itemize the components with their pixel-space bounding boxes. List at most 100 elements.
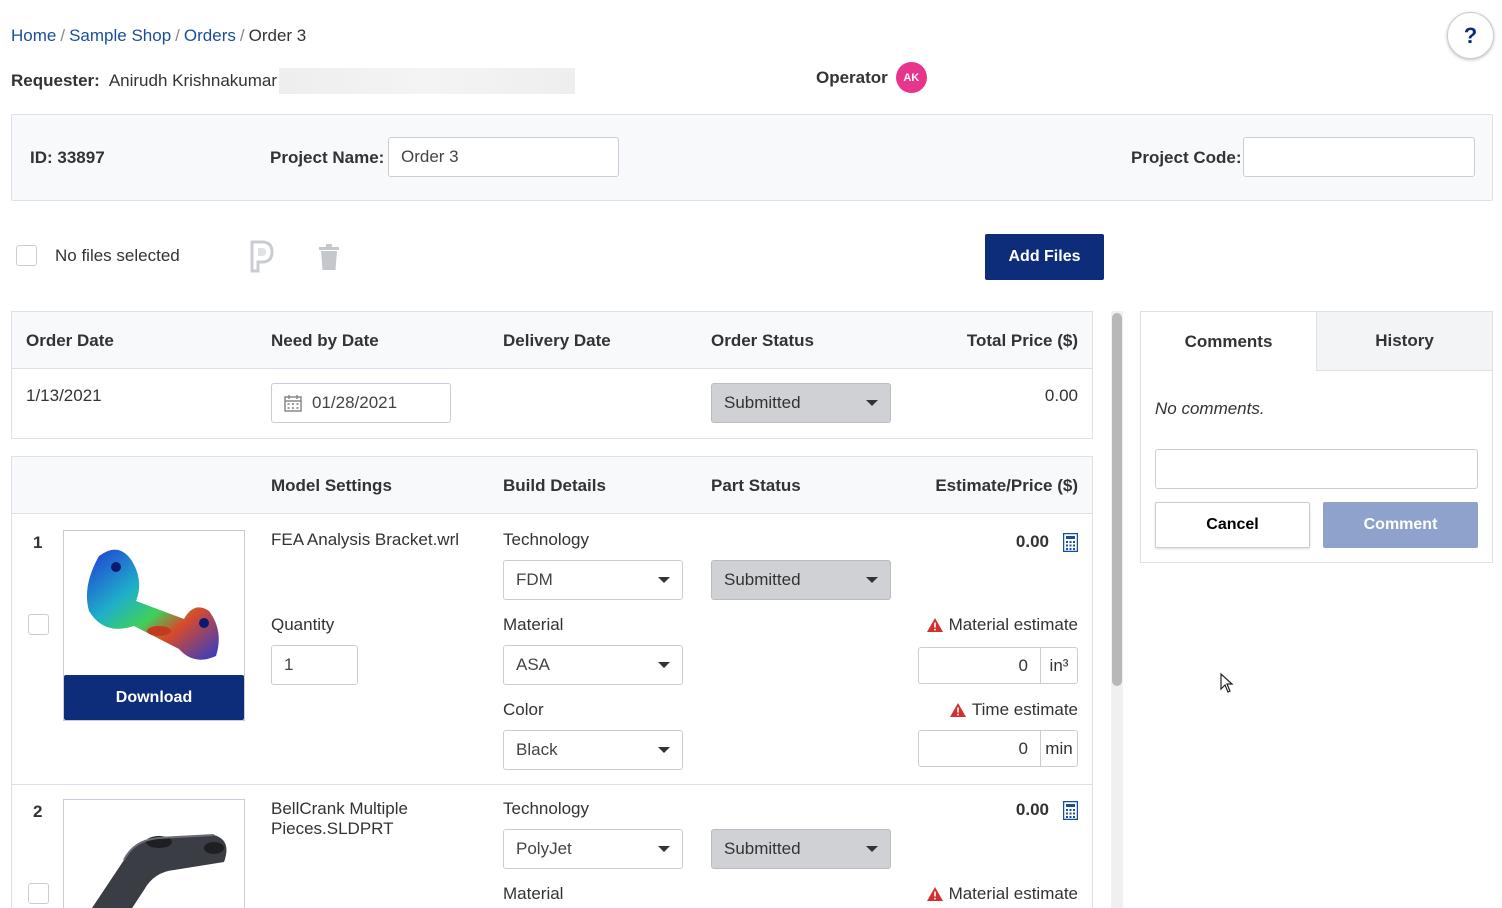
comment-input[interactable] bbox=[1155, 449, 1478, 489]
comments-tabs: Comments History bbox=[1141, 312, 1492, 371]
color-label: Color bbox=[503, 700, 544, 719]
bellcrank-model-image bbox=[92, 834, 227, 908]
help-button[interactable]: ? bbox=[1447, 12, 1494, 59]
total-price-header: Total Price ($) bbox=[966, 331, 1078, 350]
tab-comments[interactable]: Comments bbox=[1141, 312, 1317, 371]
color-value: Black bbox=[516, 740, 558, 759]
trash-icon[interactable] bbox=[318, 244, 340, 270]
part-filename: FEA Analysis Bracket.wrl bbox=[271, 530, 460, 549]
parts-scrollbar[interactable] bbox=[1111, 311, 1123, 908]
download-button[interactable]: Download bbox=[64, 675, 244, 720]
add-files-button[interactable]: Add Files bbox=[985, 234, 1104, 280]
order-panel: Order Date Need by Date Delivery Date Or… bbox=[11, 311, 1093, 439]
chevron-down-icon bbox=[658, 577, 670, 583]
help-icon: ? bbox=[1463, 22, 1478, 48]
breadcrumb-current: Order 3 bbox=[248, 26, 307, 45]
material-value: ASA bbox=[516, 655, 551, 674]
need-by-header: Need by Date bbox=[271, 331, 379, 350]
cancel-button[interactable]: Cancel bbox=[1155, 502, 1310, 548]
need-by-date-value: 01/28/2021 bbox=[312, 393, 398, 412]
order-date: 1/13/2021 bbox=[26, 386, 102, 405]
part-status-select[interactable]: Submitted bbox=[711, 560, 891, 600]
technology-value: PolyJet bbox=[516, 839, 572, 858]
warning-icon bbox=[949, 703, 966, 717]
no-comments-text: No comments. bbox=[1155, 399, 1265, 418]
order-date-header: Order Date bbox=[26, 331, 114, 350]
part-status-value: Submitted bbox=[724, 839, 801, 858]
warning-icon bbox=[926, 887, 943, 901]
total-price: 0.00 bbox=[1044, 386, 1078, 405]
part-status-select[interactable]: Submitted bbox=[711, 829, 891, 869]
material-estimate-text: Material estimate bbox=[948, 884, 1078, 903]
project-id: ID: 33897 bbox=[30, 148, 105, 167]
file-selection: No files selected bbox=[16, 245, 180, 266]
order-status-header: Order Status bbox=[711, 331, 814, 350]
project-name-input[interactable]: Order 3 bbox=[388, 137, 619, 177]
scrollbar-thumb[interactable] bbox=[1112, 313, 1122, 686]
part-thumbnail bbox=[63, 799, 245, 908]
calculator-icon[interactable] bbox=[1063, 532, 1078, 552]
material-estimate-input[interactable]: 0 in³ bbox=[918, 647, 1078, 684]
parts-panel: Model Settings Build Details Part Status… bbox=[11, 456, 1093, 908]
calculator-icon[interactable] bbox=[1063, 800, 1078, 820]
requester-label: Requester: bbox=[11, 71, 100, 90]
time-estimate-value: 0 bbox=[1018, 738, 1028, 758]
requester-info: Requester: Anirudh Krishnakumar bbox=[11, 68, 576, 94]
order-status-value: Submitted bbox=[724, 393, 801, 412]
select-all-checkbox[interactable] bbox=[16, 245, 37, 266]
chevron-down-icon bbox=[658, 662, 670, 668]
comments-panel: Comments History No comments. Cancel Com… bbox=[1140, 311, 1493, 563]
order-status-select[interactable]: Submitted bbox=[711, 383, 891, 423]
file-selection-text: No files selected bbox=[55, 245, 180, 265]
time-estimate-label: Time estimate bbox=[949, 700, 1078, 720]
pdf-icon[interactable] bbox=[249, 240, 275, 273]
part-price: 0.00 bbox=[1015, 532, 1049, 551]
chevron-down-icon bbox=[866, 577, 878, 583]
part-thumbnail: Download bbox=[63, 530, 245, 721]
project-code-label: Project Code: bbox=[1131, 148, 1242, 167]
comment-submit-button[interactable]: Comment bbox=[1323, 502, 1478, 548]
part-status-header: Part Status bbox=[711, 476, 801, 495]
material-label: Material bbox=[503, 884, 564, 903]
operator-label: Operator bbox=[816, 67, 888, 87]
technology-label: Technology bbox=[503, 530, 590, 549]
chevron-down-icon bbox=[866, 400, 878, 406]
part-price-row: 0.00 bbox=[1016, 532, 1078, 552]
breadcrumb-orders[interactable]: Orders bbox=[184, 26, 236, 45]
technology-select[interactable]: PolyJet bbox=[503, 829, 683, 869]
material-estimate-text: Material estimate bbox=[948, 615, 1078, 634]
chevron-down-icon bbox=[658, 846, 670, 852]
material-estimate-value: 0 bbox=[1018, 655, 1028, 675]
operator-avatar[interactable]: AK bbox=[895, 62, 927, 93]
project-info-panel: ID: 33897 Project Name: Order 3 Project … bbox=[11, 114, 1493, 201]
time-estimate-text: Time estimate bbox=[971, 700, 1078, 719]
build-details-header: Build Details bbox=[503, 476, 606, 495]
breadcrumb-shop[interactable]: Sample Shop bbox=[69, 26, 171, 45]
time-estimate-input[interactable]: 0 min bbox=[918, 730, 1078, 767]
breadcrumb-home[interactable]: Home bbox=[11, 26, 56, 45]
part-price: 0.00 bbox=[1015, 800, 1049, 819]
tab-history[interactable]: History bbox=[1317, 312, 1492, 371]
part-checkbox[interactable] bbox=[28, 883, 49, 904]
mouse-cursor-icon bbox=[1220, 673, 1234, 693]
part-status-value: Submitted bbox=[724, 570, 801, 589]
project-code-input[interactable] bbox=[1243, 137, 1475, 177]
quantity-input[interactable]: 1 bbox=[271, 645, 358, 685]
part-price-row: 0.00 bbox=[1016, 800, 1078, 820]
need-by-date-input[interactable]: 01/28/2021 bbox=[271, 383, 451, 423]
delivery-header: Delivery Date bbox=[503, 331, 611, 350]
material-label: Material bbox=[503, 615, 564, 634]
chevron-down-icon bbox=[866, 846, 878, 852]
chevron-down-icon bbox=[658, 747, 670, 753]
time-unit: min bbox=[1040, 731, 1077, 766]
parts-header-row: Model Settings Build Details Part Status… bbox=[12, 457, 1092, 514]
project-name-label: Project Name: bbox=[270, 148, 385, 167]
color-select[interactable]: Black bbox=[503, 730, 683, 770]
technology-select[interactable]: FDM bbox=[503, 560, 683, 600]
material-select[interactable]: ASA bbox=[503, 645, 683, 685]
material-estimate-label: Material estimate bbox=[926, 884, 1078, 904]
part-checkbox[interactable] bbox=[28, 614, 49, 635]
requester-name: Anirudh Krishnakumar bbox=[108, 71, 278, 90]
bracket-model-image bbox=[86, 549, 219, 660]
operator-info: Operator AK bbox=[816, 62, 927, 93]
